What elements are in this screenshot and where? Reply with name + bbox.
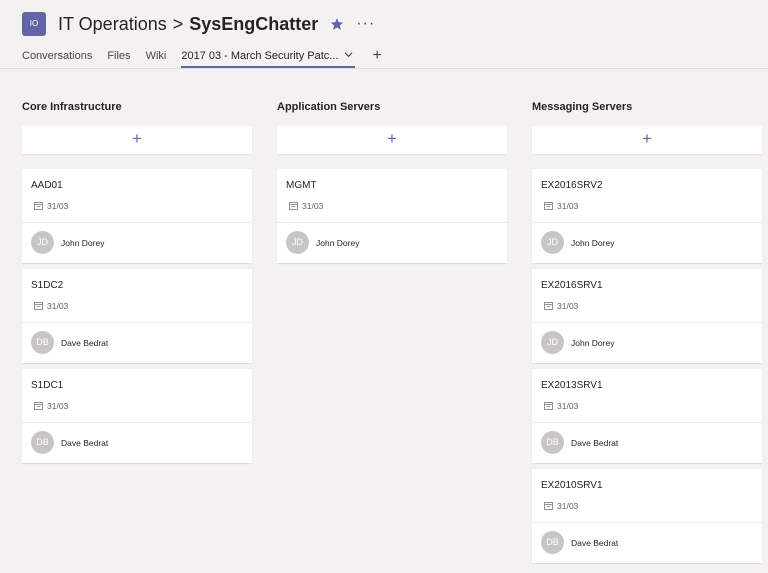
assignee[interactable]: JD John Dorey <box>31 231 104 254</box>
more-options-icon[interactable]: ··· <box>356 16 375 32</box>
assignee[interactable]: JD John Dorey <box>541 231 614 254</box>
card-divider <box>277 222 507 223</box>
bucket-column: Messaging Servers + EX2016SRV2 31/03 JD John … <box>532 94 762 563</box>
avatar: DB <box>31 431 54 454</box>
channel-tabs: Conversations Files Wiki 2017 03 - March… <box>22 48 382 68</box>
due-date-text: 31/03 <box>47 201 69 211</box>
tab-planner-label: 2017 03 - March Security Patc... <box>181 50 339 62</box>
assignee[interactable]: DB Dave Bedrat <box>31 331 108 354</box>
calendar-icon <box>544 402 553 410</box>
due-date-text: 31/03 <box>557 401 579 411</box>
avatar: JD <box>286 231 309 254</box>
assignee-name: John Dorey <box>316 237 360 248</box>
task-title[interactable]: S1DC1 <box>31 380 63 391</box>
assignee[interactable]: DB Dave Bedrat <box>31 431 108 454</box>
calendar-icon <box>544 502 553 510</box>
due-date-text: 31/03 <box>47 401 69 411</box>
channel-name[interactable]: SysEngChatter <box>189 14 318 35</box>
calendar-icon <box>544 202 553 210</box>
card-divider <box>532 522 762 523</box>
task-title[interactable]: AAD01 <box>31 180 63 191</box>
avatar: DB <box>541 531 564 554</box>
task-title[interactable]: EX2013SRV1 <box>541 380 603 391</box>
due-date-text: 31/03 <box>557 501 579 511</box>
calendar-icon <box>34 402 43 410</box>
bucket-title[interactable]: Application Servers <box>277 94 507 120</box>
card-divider <box>532 322 762 323</box>
card-divider <box>22 222 252 223</box>
due-date: 31/03 <box>34 401 68 411</box>
assignee-name: John Dorey <box>571 337 615 348</box>
due-date: 31/03 <box>289 201 323 211</box>
add-task-button[interactable]: + <box>532 126 762 154</box>
task-card[interactable]: EX2016SRV2 31/03 JD John Dorey <box>532 169 762 263</box>
tab-files[interactable]: Files <box>107 48 130 68</box>
assignee-name: John Dorey <box>61 237 105 248</box>
chevron-down-icon[interactable] <box>344 48 353 65</box>
assignee[interactable]: DB Dave Bedrat <box>541 531 618 554</box>
due-date: 31/03 <box>544 301 578 311</box>
team-avatar[interactable]: IO <box>22 12 46 36</box>
tab-conversations[interactable]: Conversations <box>22 48 92 68</box>
task-card[interactable]: EX2010SRV1 31/03 DB Dave Bedrat <box>532 469 762 563</box>
add-task-button[interactable]: + <box>277 126 507 154</box>
card-divider <box>532 422 762 423</box>
tab-wiki[interactable]: Wiki <box>146 48 167 68</box>
avatar: DB <box>31 331 54 354</box>
due-date: 31/03 <box>544 501 578 511</box>
avatar: JD <box>541 231 564 254</box>
task-title[interactable]: MGMT <box>286 180 317 191</box>
assignee[interactable]: DB Dave Bedrat <box>541 431 618 454</box>
task-card[interactable]: S1DC2 31/03 DB Dave Bedrat <box>22 269 252 363</box>
task-card[interactable]: AAD01 31/03 JD John Dorey <box>22 169 252 263</box>
add-tab-button[interactable]: + <box>372 48 381 64</box>
tab-planner[interactable]: 2017 03 - March Security Patc... <box>181 48 356 68</box>
calendar-icon <box>289 202 298 210</box>
due-date: 31/03 <box>34 301 68 311</box>
task-title[interactable]: S1DC2 <box>31 280 63 291</box>
due-date-text: 31/03 <box>47 301 69 311</box>
star-icon[interactable] <box>330 17 344 31</box>
assignee-name: Dave Bedrat <box>571 537 619 548</box>
bucket-column: Core Infrastructure + AAD01 31/03 JD John Dor… <box>22 94 252 463</box>
add-task-button[interactable]: + <box>22 126 252 154</box>
task-card[interactable]: EX2013SRV1 31/03 DB Dave Bedrat <box>532 369 762 463</box>
avatar: JD <box>541 331 564 354</box>
breadcrumb-separator: > <box>172 13 184 34</box>
bucket-title[interactable]: Messaging Servers <box>532 94 762 120</box>
assignee-name: Dave Bedrat <box>61 337 109 348</box>
calendar-icon <box>34 302 43 310</box>
assignee-name: John Dorey <box>571 237 615 248</box>
task-card[interactable]: MGMT 31/03 JD John Dorey <box>277 169 507 263</box>
task-title[interactable]: EX2010SRV1 <box>541 480 603 491</box>
bucket-title[interactable]: Core Infrastructure <box>22 94 252 120</box>
due-date: 31/03 <box>544 401 578 411</box>
task-card[interactable]: EX2016SRV1 31/03 JD John Dorey <box>532 269 762 363</box>
avatar: JD <box>31 231 54 254</box>
assignee-name: Dave Bedrat <box>61 437 109 448</box>
assignee[interactable]: JD John Dorey <box>286 231 359 254</box>
assignee[interactable]: JD John Dorey <box>541 331 614 354</box>
avatar: DB <box>541 431 564 454</box>
card-divider <box>22 322 252 323</box>
due-date: 31/03 <box>544 201 578 211</box>
calendar-icon <box>544 302 553 310</box>
card-divider <box>22 422 252 423</box>
task-title[interactable]: EX2016SRV1 <box>541 280 603 291</box>
due-date: 31/03 <box>34 201 68 211</box>
card-divider <box>532 222 762 223</box>
team-name[interactable]: IT Operations <box>58 14 167 35</box>
assignee-name: Dave Bedrat <box>571 437 619 448</box>
task-card[interactable]: S1DC1 31/03 DB Dave Bedrat <box>22 369 252 463</box>
channel-header: IO IT Operations > SysEngChatter ··· Con… <box>0 0 768 69</box>
task-title[interactable]: EX2016SRV2 <box>541 180 603 191</box>
due-date-text: 31/03 <box>557 201 579 211</box>
due-date-text: 31/03 <box>302 201 324 211</box>
due-date-text: 31/03 <box>557 301 579 311</box>
breadcrumb: IT Operations > SysEngChatter ··· <box>58 11 375 37</box>
bucket-column: Application Servers + MGMT 31/03 JD John Dore… <box>277 94 507 263</box>
calendar-icon <box>34 202 43 210</box>
